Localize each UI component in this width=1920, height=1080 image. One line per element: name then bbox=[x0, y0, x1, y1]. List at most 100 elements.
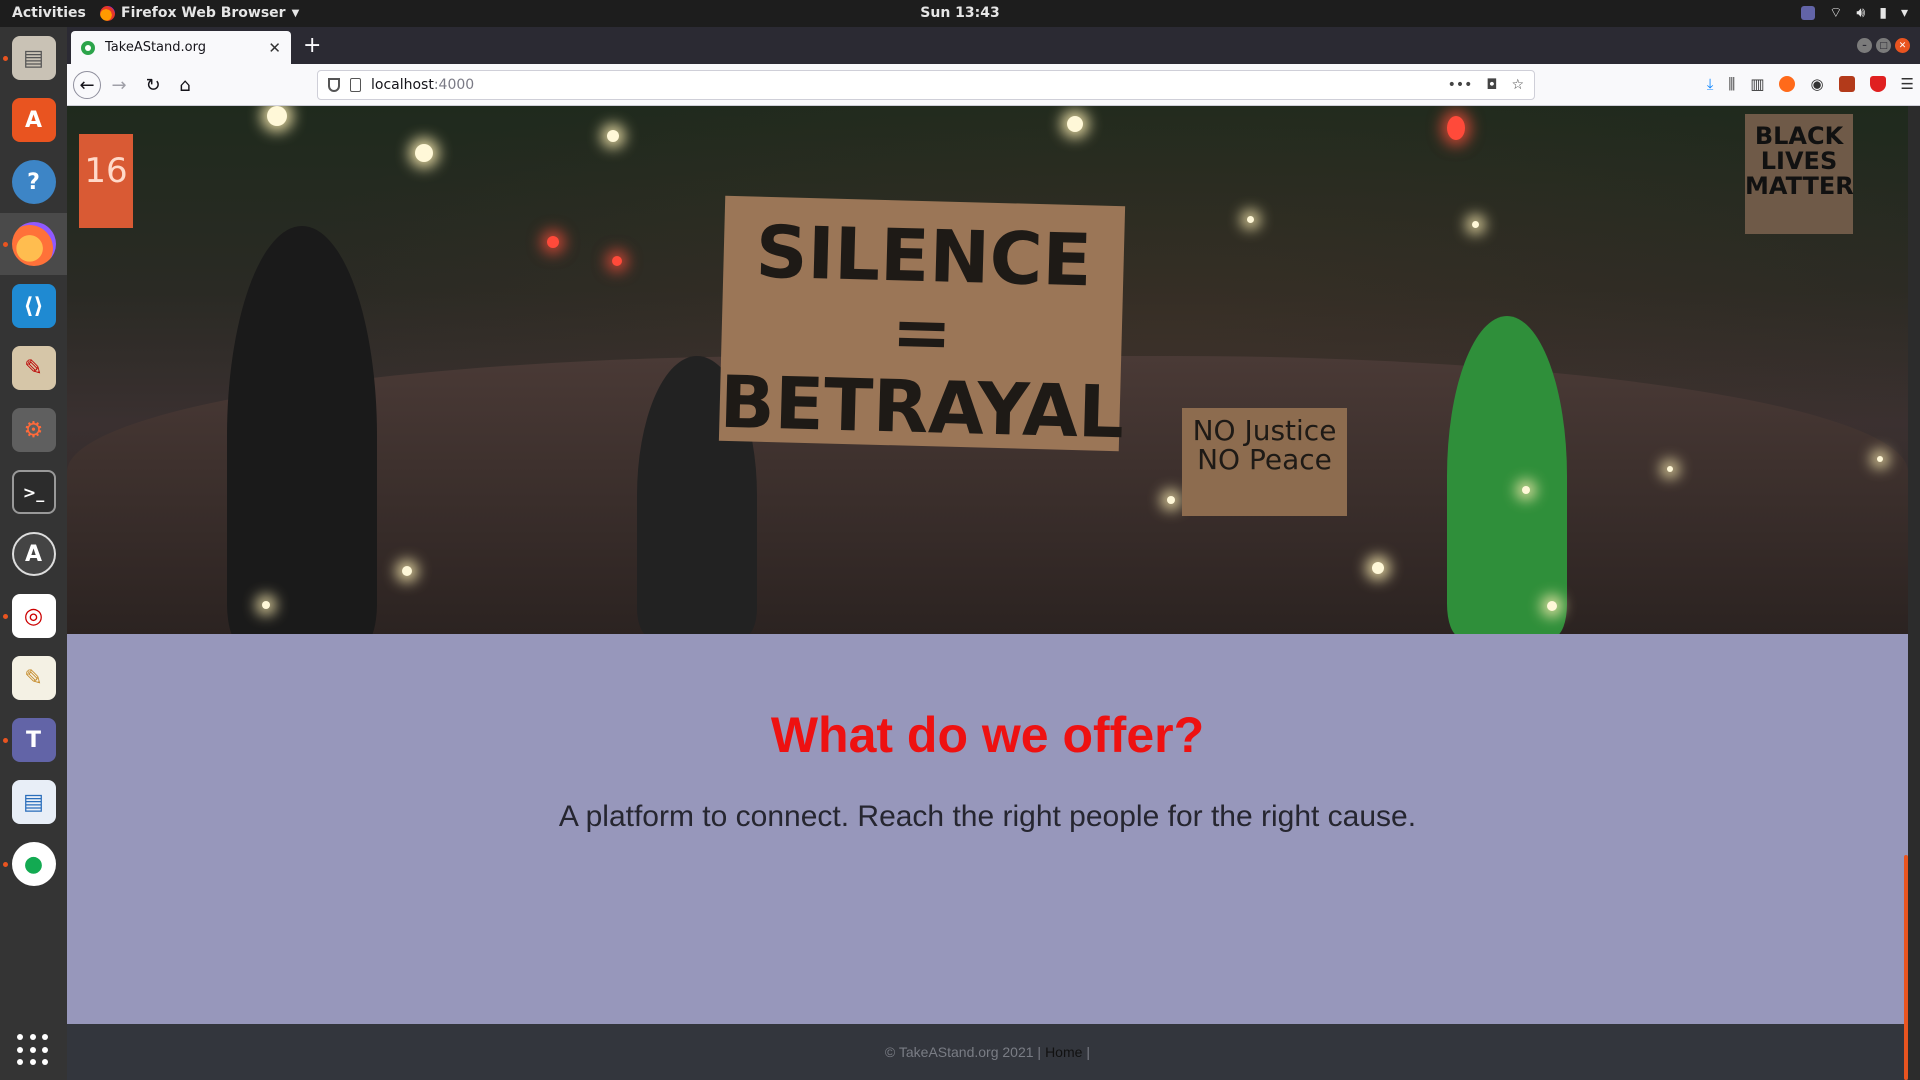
menu-icon[interactable]: ☰ bbox=[1901, 75, 1914, 93]
firefox-icon bbox=[11, 222, 56, 266]
tail-light bbox=[547, 236, 559, 248]
dock-help[interactable]: ? bbox=[0, 151, 67, 213]
text-editor-tool-icon: ✎ bbox=[11, 346, 56, 390]
page-actions-icon[interactable]: ••• bbox=[1448, 77, 1473, 93]
running-indicator bbox=[3, 861, 8, 867]
phone-light bbox=[1472, 221, 1479, 228]
dock-vscode[interactable]: ⟨⟩ bbox=[0, 275, 67, 337]
dock-firefox[interactable] bbox=[0, 213, 67, 275]
street-light bbox=[1067, 116, 1083, 132]
dock-settings-tools[interactable]: ⚙ bbox=[0, 399, 67, 461]
dock-files[interactable]: ▤ bbox=[0, 27, 67, 89]
pocket-icon[interactable]: ◘ bbox=[1486, 77, 1497, 93]
maximize-button[interactable]: □ bbox=[1876, 38, 1891, 53]
phone-light bbox=[402, 566, 412, 576]
phone-light bbox=[1877, 456, 1883, 462]
sidebar-icon[interactable]: ▥ bbox=[1750, 75, 1764, 93]
extension-shield-icon[interactable] bbox=[1869, 76, 1886, 92]
phone-light bbox=[262, 601, 270, 609]
files-icon: ▤ bbox=[11, 36, 56, 80]
dock-software[interactable]: A bbox=[0, 89, 67, 151]
mongodb-compass-icon: ● bbox=[11, 842, 56, 886]
running-indicator bbox=[3, 613, 8, 619]
clock[interactable]: Sun 13:43 bbox=[0, 5, 1920, 21]
bookmark-star-icon[interactable]: ☆ bbox=[1511, 77, 1524, 93]
teams-icon: T bbox=[11, 718, 56, 762]
system-tray[interactable]: ⌔ 🔊︎ ▮ ▾ bbox=[1801, 4, 1908, 22]
green-shirt-person bbox=[1447, 316, 1567, 634]
close-window-button[interactable]: ✕ bbox=[1895, 38, 1910, 53]
minimize-button[interactable]: – bbox=[1857, 38, 1872, 53]
url-port: :4000 bbox=[433, 77, 475, 93]
tracking-protection-icon[interactable] bbox=[328, 78, 340, 92]
dock-remote-app[interactable]: ◎ bbox=[0, 585, 67, 647]
remote-app-icon: ◎ bbox=[11, 594, 56, 638]
settings-tools-icon: ⚙ bbox=[11, 408, 56, 452]
notes-icon: ✎ bbox=[11, 656, 56, 700]
software-updater-icon: A bbox=[11, 532, 56, 576]
dock-teams[interactable]: T bbox=[0, 709, 67, 771]
wifi-icon[interactable]: ⌔ bbox=[1829, 4, 1842, 22]
traffic-light bbox=[1447, 116, 1465, 140]
chevron-down-icon[interactable]: ▾ bbox=[1901, 5, 1908, 21]
running-indicator bbox=[3, 737, 8, 743]
standing-person bbox=[227, 226, 377, 634]
navigation-toolbar: ← → ↻ ⌂ localhost :4000 ••• ◘ ☆ ⤓ ⫼ ▥ ◉ … bbox=[67, 64, 1920, 106]
phone-light bbox=[1372, 562, 1384, 574]
account-icon[interactable]: ◉ bbox=[1810, 75, 1823, 93]
software-store-icon: A bbox=[11, 98, 56, 142]
extension-red-icon[interactable] bbox=[1838, 76, 1855, 92]
offer-description: A platform to connect. Reach the right p… bbox=[558, 800, 1417, 833]
library-icon[interactable]: ⫼ bbox=[1728, 75, 1735, 93]
dock-updater[interactable]: A bbox=[0, 523, 67, 585]
street-light bbox=[415, 144, 433, 162]
reload-button[interactable]: ↻ bbox=[139, 71, 167, 99]
silence-betrayal-sign: SILENCE = BETRAYAL bbox=[719, 195, 1126, 454]
battery-icon[interactable]: ▮ bbox=[1879, 5, 1887, 21]
dock-text-tool[interactable]: ✎ bbox=[0, 337, 67, 399]
new-tab-button[interactable]: + bbox=[303, 33, 321, 58]
tab-takeastand[interactable]: TakeAStand.org ✕ bbox=[71, 31, 291, 64]
page-info-icon[interactable] bbox=[350, 78, 361, 92]
footer-home-link[interactable]: Home bbox=[1045, 1044, 1082, 1060]
web-page: 16 SILENCE = BETRAYAL NO Justice NO Peac… bbox=[67, 106, 1908, 1080]
teams-tray-icon[interactable] bbox=[1801, 6, 1816, 20]
black-lives-matter-sign: BLACK LIVES MATTER bbox=[1745, 114, 1854, 234]
tab-bar: TakeAStand.org ✕ + – □ ✕ bbox=[67, 27, 1920, 64]
phone-light bbox=[1667, 466, 1673, 472]
offer-heading: What do we offer? bbox=[770, 707, 1205, 763]
back-button[interactable]: ← bbox=[73, 71, 101, 99]
help-icon: ? bbox=[11, 160, 56, 204]
tail-light bbox=[612, 256, 622, 266]
dock-notes[interactable]: ✎ bbox=[0, 647, 67, 709]
footer-copyright: © TakeAStand.org 2021 | bbox=[884, 1044, 1042, 1060]
vscode-icon: ⟨⟩ bbox=[11, 284, 56, 328]
downloads-icon[interactable]: ⤓ bbox=[1707, 75, 1714, 93]
extension-duckduckgo-icon[interactable] bbox=[1779, 76, 1796, 92]
street-light bbox=[267, 106, 287, 126]
dock: ▤ A ? ⟨⟩ ✎ ⚙ >_ A ◎ ✎ T ▤ ● bbox=[0, 27, 67, 1080]
no-justice-sign: NO Justice NO Peace bbox=[1182, 408, 1347, 516]
offer-section: What do we offer? A platform to connect.… bbox=[67, 634, 1908, 1024]
dock-writer[interactable]: ▤ bbox=[0, 771, 67, 833]
dock-terminal[interactable]: >_ bbox=[0, 461, 67, 523]
page-scrollbar[interactable] bbox=[1904, 106, 1908, 1080]
scrollbar-thumb[interactable] bbox=[1904, 855, 1908, 1080]
volume-icon[interactable]: 🔊︎ bbox=[1856, 5, 1865, 21]
footer-separator: | bbox=[1086, 1044, 1091, 1060]
forward-button[interactable]: → bbox=[105, 71, 133, 99]
running-indicator bbox=[3, 241, 8, 247]
writer-icon: ▤ bbox=[11, 780, 56, 824]
home-button[interactable]: ⌂ bbox=[171, 71, 199, 99]
phone-light bbox=[1167, 496, 1175, 504]
url-host: localhost bbox=[371, 77, 434, 93]
phone-light bbox=[1522, 486, 1530, 494]
toolbar-extensions: ⤓ ⫼ ▥ ◉ ☰ bbox=[1707, 75, 1914, 93]
show-applications-icon[interactable] bbox=[17, 1034, 49, 1066]
tab-title: TakeAStand.org bbox=[105, 40, 206, 55]
window-controls: – □ ✕ bbox=[1857, 38, 1910, 53]
url-bar[interactable]: localhost :4000 ••• ◘ ☆ bbox=[317, 70, 1535, 100]
banner-sign: 16 bbox=[79, 134, 133, 228]
close-tab-icon[interactable]: ✕ bbox=[268, 39, 281, 57]
dock-mongodb[interactable]: ● bbox=[0, 833, 67, 895]
